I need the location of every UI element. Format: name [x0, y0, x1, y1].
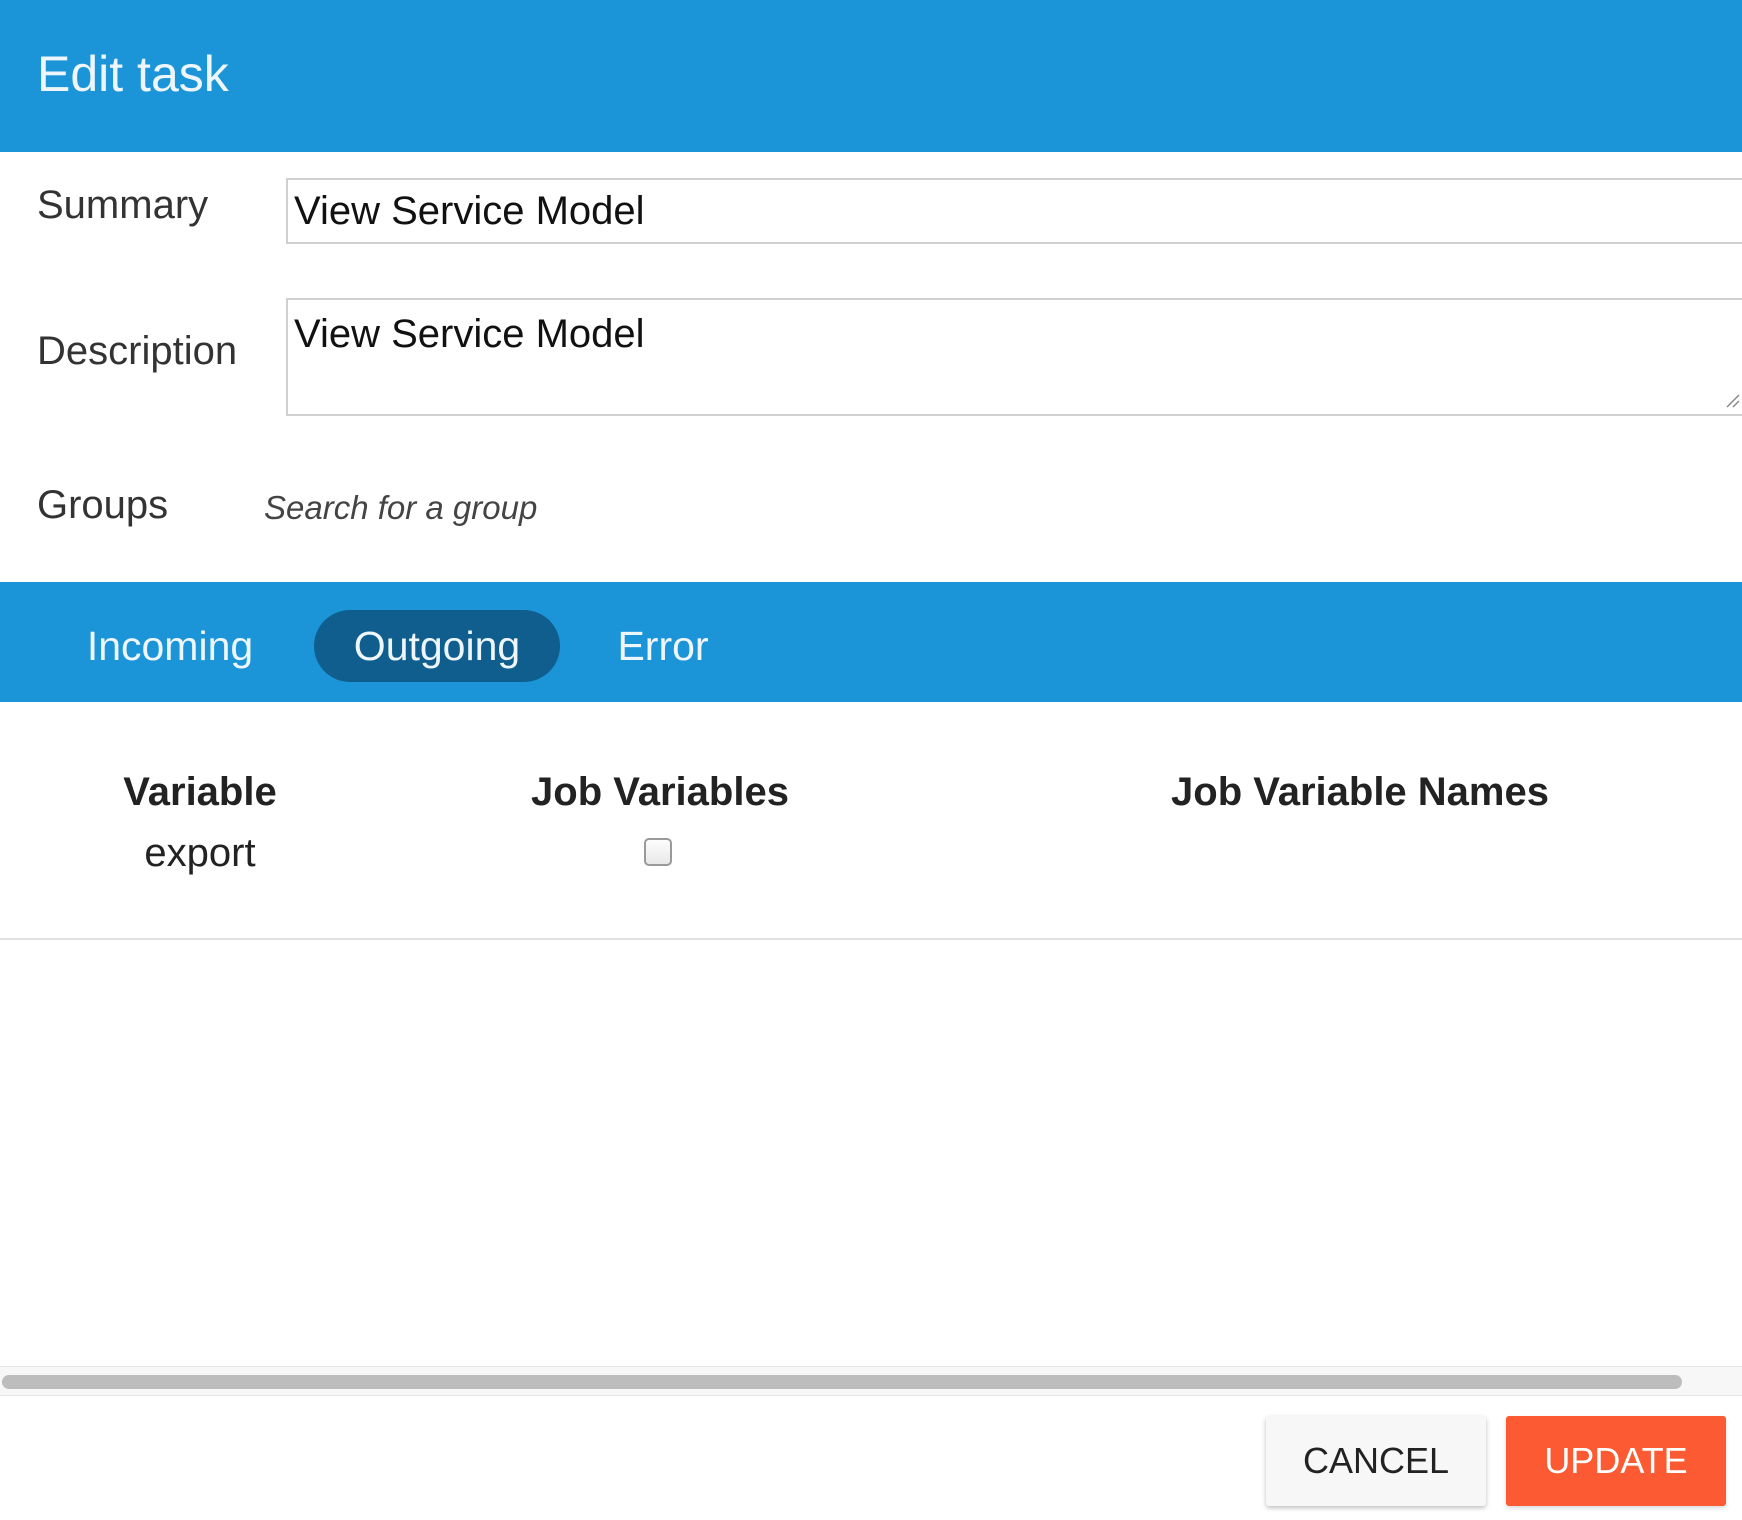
cancel-button[interactable]: CANCEL [1266, 1416, 1486, 1506]
description-label: Description [37, 329, 238, 373]
summary-label: Summary [37, 183, 209, 227]
tab-incoming[interactable]: Incoming [60, 610, 280, 682]
dialog-title: Edit task [37, 46, 229, 102]
variable-name-cell: export [144, 831, 256, 875]
scrollbar-thumb[interactable] [2, 1375, 1682, 1389]
groups-label: Groups [37, 483, 169, 527]
description-textarea[interactable]: View Service Model [286, 298, 1742, 416]
horizontal-scrollbar[interactable] [0, 1366, 1742, 1396]
group-search-input[interactable] [264, 486, 864, 530]
divider [0, 938, 1742, 940]
summary-input[interactable] [286, 178, 1742, 244]
column-header-job-variable-names: Job Variable Names [1171, 770, 1549, 814]
job-variables-checkbox[interactable] [644, 838, 672, 866]
tab-outgoing[interactable]: Outgoing [314, 610, 560, 682]
column-header-variable: Variable [123, 770, 277, 814]
resize-handle-icon[interactable] [1724, 392, 1740, 408]
update-button[interactable]: UPDATE [1506, 1416, 1726, 1506]
dialog-header: Edit task [0, 0, 1742, 152]
column-header-job-variables: Job Variables [531, 770, 789, 814]
variable-tabs: Incoming Outgoing Error [0, 582, 1742, 702]
tab-error[interactable]: Error [600, 610, 726, 682]
edit-task-dialog: Edit task Summary Description View Servi… [0, 0, 1742, 1520]
